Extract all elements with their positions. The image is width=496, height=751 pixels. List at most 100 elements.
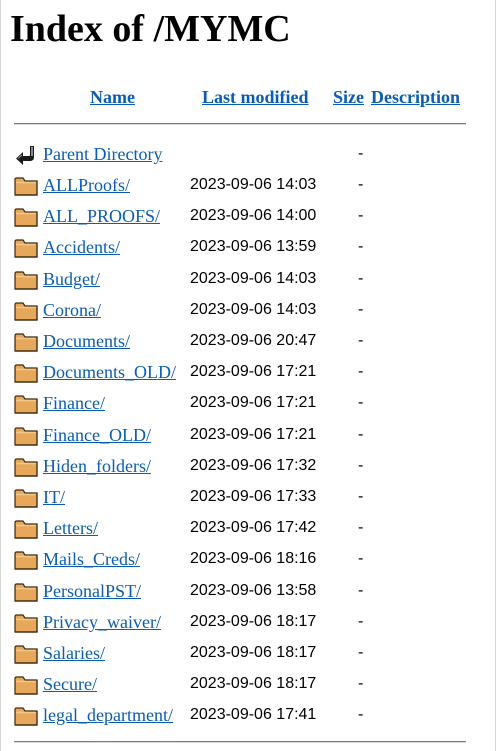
- folder-link[interactable]: Letters/: [43, 517, 98, 539]
- folder-icon: [14, 206, 38, 228]
- back-arrow-icon: [14, 144, 38, 166]
- directory-row: Corona/2023-09-06 14:03 -: [0, 297, 496, 328]
- folder-link[interactable]: Documents/: [43, 330, 130, 352]
- file-size: -: [358, 426, 364, 443]
- folder-link[interactable]: Documents_OLD/: [43, 361, 176, 383]
- last-modified: 2023-09-06 13:59: [190, 238, 317, 255]
- folder-icon: [14, 237, 38, 259]
- folder-link[interactable]: Hiden_folders/: [43, 455, 151, 477]
- directory-row: ALL_PROOFS/2023-09-06 14:00 -: [0, 203, 496, 234]
- folder-link[interactable]: Accidents/: [43, 236, 120, 258]
- parent-directory-link[interactable]: Parent Directory: [43, 143, 162, 165]
- file-size: -: [358, 176, 364, 193]
- last-modified: 2023-09-06 17:21: [190, 426, 317, 443]
- directory-row: Documents_OLD/2023-09-06 17:21 -: [0, 359, 496, 390]
- file-size: -: [358, 363, 364, 380]
- folder-link[interactable]: Privacy_waiver/: [43, 611, 161, 633]
- header-divider: [14, 123, 466, 125]
- folder-icon: [14, 549, 38, 571]
- file-size: -: [358, 519, 364, 536]
- folder-icon: [14, 393, 38, 415]
- folder-icon: [14, 456, 38, 478]
- folder-link[interactable]: Salaries/: [43, 642, 105, 664]
- folder-link[interactable]: ALL_PROOFS/: [43, 205, 160, 227]
- folder-link[interactable]: PersonalPST/: [43, 580, 141, 602]
- folder-icon: [14, 581, 38, 603]
- last-modified: 2023-09-06 14:03: [190, 270, 317, 287]
- last-modified: 2023-09-06 14:03: [190, 176, 317, 193]
- directory-row: Privacy_waiver/2023-09-06 18:17 -: [0, 609, 496, 640]
- folder-icon: [14, 362, 38, 384]
- last-modified: 2023-09-06 18:17: [190, 613, 317, 630]
- folder-link[interactable]: Finance_OLD/: [43, 424, 151, 446]
- sort-by-name-link[interactable]: Name: [90, 86, 135, 108]
- sort-by-last-modified-link[interactable]: Last modified: [202, 86, 309, 108]
- last-modified: 2023-09-06 17:42: [190, 519, 317, 536]
- file-size: -: [358, 613, 364, 630]
- file-size: -: [358, 394, 364, 411]
- folder-link[interactable]: Secure/: [43, 673, 97, 695]
- last-modified: 2023-09-06 18:17: [190, 675, 317, 692]
- directory-row: legal_department/2023-09-06 17:41 -: [0, 702, 496, 733]
- folder-link[interactable]: Finance/: [43, 392, 105, 414]
- directory-row: Secure/2023-09-06 18:17 -: [0, 671, 496, 702]
- last-modified: 2023-09-06 17:41: [190, 706, 317, 723]
- folder-icon: [14, 643, 38, 665]
- folder-icon: [14, 518, 38, 540]
- directory-row: Finance_OLD/2023-09-06 17:21 -: [0, 422, 496, 453]
- file-size: -: [358, 550, 364, 567]
- last-modified: 2023-09-06 17:21: [190, 363, 317, 380]
- file-size: -: [358, 238, 364, 255]
- parent-directory-row: Parent Directory -: [0, 141, 496, 172]
- file-size: -: [358, 301, 364, 318]
- sort-by-description-link[interactable]: Description: [371, 86, 460, 108]
- last-modified: 2023-09-06 17:32: [190, 457, 317, 474]
- folder-icon: [14, 331, 38, 353]
- footer-divider: [14, 741, 466, 743]
- directory-row: Accidents/2023-09-06 13:59 -: [0, 234, 496, 265]
- file-size: -: [358, 207, 364, 224]
- file-size: -: [358, 332, 364, 349]
- folder-icon: [14, 269, 38, 291]
- folder-icon: [14, 300, 38, 322]
- file-size: -: [358, 488, 364, 505]
- folder-icon: [14, 674, 38, 696]
- file-size: -: [358, 145, 364, 162]
- folder-icon: [14, 487, 38, 509]
- folder-link[interactable]: Budget/: [43, 268, 100, 290]
- folder-icon: [14, 705, 38, 727]
- last-modified: 2023-09-06 17:33: [190, 488, 317, 505]
- folder-link[interactable]: Mails_Creds/: [43, 548, 140, 570]
- folder-icon: [14, 175, 38, 197]
- folder-link[interactable]: legal_department/: [43, 704, 173, 726]
- file-size: -: [358, 644, 364, 661]
- folder-icon: [14, 425, 38, 447]
- page-title: Index of /MYMC: [10, 8, 291, 50]
- directory-row: Letters/2023-09-06 17:42 -: [0, 515, 496, 546]
- last-modified: 2023-09-06 14:00: [190, 207, 317, 224]
- file-size: -: [358, 457, 364, 474]
- directory-row: Hiden_folders/2023-09-06 17:32 -: [0, 453, 496, 484]
- folder-icon: [14, 612, 38, 634]
- directory-row: Documents/2023-09-06 20:47 -: [0, 328, 496, 359]
- last-modified: 2023-09-06 18:16: [190, 550, 317, 567]
- folder-link[interactable]: Corona/: [43, 299, 101, 321]
- file-size: -: [358, 582, 364, 599]
- last-modified: 2023-09-06 20:47: [190, 332, 317, 349]
- directory-row: Budget/2023-09-06 14:03 -: [0, 266, 496, 297]
- last-modified: 2023-09-06 17:21: [190, 394, 317, 411]
- directory-row: IT/2023-09-06 17:33 -: [0, 484, 496, 515]
- sort-by-size-link[interactable]: Size: [333, 86, 364, 108]
- directory-row: ALLProofs/2023-09-06 14:03 -: [0, 172, 496, 203]
- directory-row: Salaries/2023-09-06 18:17 -: [0, 640, 496, 671]
- last-modified: 2023-09-06 18:17: [190, 644, 317, 661]
- folder-link[interactable]: ALLProofs/: [43, 174, 130, 196]
- directory-row: Mails_Creds/2023-09-06 18:16 -: [0, 546, 496, 577]
- file-size: -: [358, 675, 364, 692]
- file-size: -: [358, 706, 364, 723]
- folder-link[interactable]: IT/: [43, 486, 65, 508]
- last-modified: 2023-09-06 14:03: [190, 301, 317, 318]
- directory-row: PersonalPST/2023-09-06 13:58 -: [0, 578, 496, 609]
- last-modified: 2023-09-06 13:58: [190, 582, 317, 599]
- directory-row: Finance/2023-09-06 17:21 -: [0, 390, 496, 421]
